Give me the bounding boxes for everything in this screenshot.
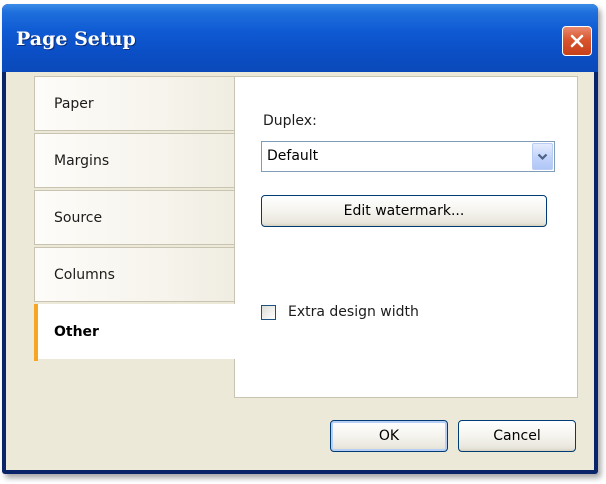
tab-label: Columns bbox=[54, 267, 115, 283]
tab-label: Source bbox=[54, 210, 103, 226]
dialog-body: Paper Margins Source Columns Other Duple… bbox=[6, 72, 594, 470]
duplex-label: Duplex: bbox=[263, 113, 317, 129]
tab-other[interactable]: Other bbox=[34, 304, 246, 361]
tab-paper[interactable]: Paper bbox=[34, 76, 244, 131]
extra-design-width-checkbox[interactable] bbox=[261, 304, 276, 320]
other-settings-panel: Duplex: Default Edit watermark... Extra … bbox=[234, 76, 578, 398]
title-bar[interactable]: Page Setup bbox=[2, 4, 598, 72]
chevron-down-icon bbox=[537, 153, 548, 160]
cancel-button[interactable]: Cancel bbox=[458, 420, 576, 452]
tab-list: Paper Margins Source Columns Other bbox=[34, 76, 246, 361]
extra-design-width-option: Extra design width bbox=[261, 303, 419, 321]
edit-watermark-button[interactable]: Edit watermark... bbox=[261, 195, 547, 227]
duplex-selected-value: Default bbox=[267, 148, 319, 164]
close-button[interactable] bbox=[562, 26, 592, 56]
close-icon bbox=[570, 34, 584, 48]
tab-margins[interactable]: Margins bbox=[34, 133, 244, 188]
ok-button[interactable]: OK bbox=[330, 420, 448, 452]
extra-design-width-label[interactable]: Extra design width bbox=[288, 304, 419, 320]
tab-label: Paper bbox=[54, 96, 94, 112]
tab-columns[interactable]: Columns bbox=[34, 247, 244, 302]
page-setup-dialog: Page Setup Paper Margins Source Columns … bbox=[2, 4, 598, 474]
duplex-dropdown-button[interactable] bbox=[532, 143, 553, 170]
tab-source[interactable]: Source bbox=[34, 190, 244, 245]
tab-label: Margins bbox=[54, 153, 110, 169]
tab-label: Other bbox=[54, 324, 99, 340]
duplex-select[interactable]: Default bbox=[261, 141, 555, 172]
dialog-title: Page Setup bbox=[16, 28, 136, 50]
